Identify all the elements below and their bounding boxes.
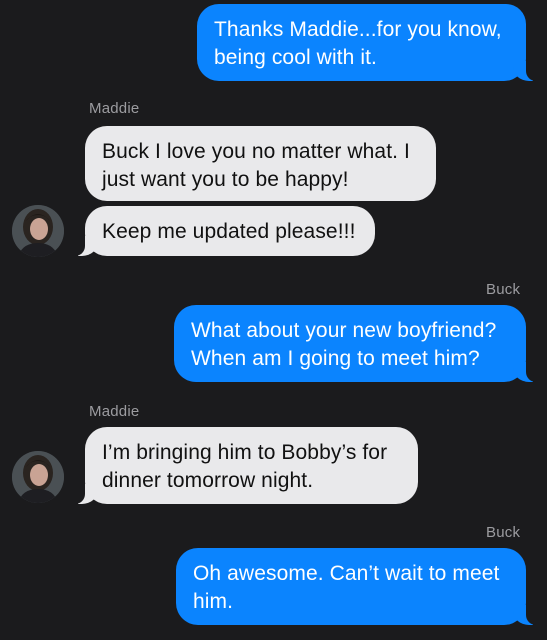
- incoming-message-bubble[interactable]: Buck I love you no matter what. I just w…: [85, 126, 436, 201]
- message-text: What about your new boyfriend? When am I…: [191, 319, 497, 370]
- incoming-message-bubble[interactable]: I’m bringing him to Bobby’s for dinner t…: [71, 427, 418, 504]
- contact-avatar[interactable]: [12, 205, 64, 257]
- message-text: Thanks Maddie...for you know, being cool…: [214, 18, 502, 69]
- sender-name-label: Buck: [486, 524, 521, 541]
- outgoing-message-bubble[interactable]: Thanks Maddie...for you know, being cool…: [197, 4, 540, 81]
- sender-name-label: Maddie: [89, 403, 140, 420]
- avatar-photo-icon: [12, 205, 64, 257]
- incoming-message-bubble[interactable]: Keep me updated please!!!: [71, 206, 375, 256]
- outgoing-message-bubble[interactable]: Oh awesome. Can’t wait to meet him.: [176, 548, 540, 625]
- contact-avatar[interactable]: [12, 451, 64, 503]
- sender-name-label: Maddie: [89, 100, 140, 117]
- message-text: I’m bringing him to Bobby’s for dinner t…: [102, 441, 388, 492]
- message-text: Keep me updated please!!!: [102, 220, 356, 243]
- outgoing-message-bubble[interactable]: What about your new boyfriend? When am I…: [174, 305, 540, 382]
- message-thread[interactable]: Thanks Maddie...for you know, being cool…: [0, 0, 547, 640]
- message-text: Oh awesome. Can’t wait to meet him.: [193, 562, 500, 613]
- avatar-photo-icon: [12, 451, 64, 503]
- sender-name-label: Buck: [486, 281, 521, 298]
- message-text: Buck I love you no matter what. I just w…: [102, 140, 410, 191]
